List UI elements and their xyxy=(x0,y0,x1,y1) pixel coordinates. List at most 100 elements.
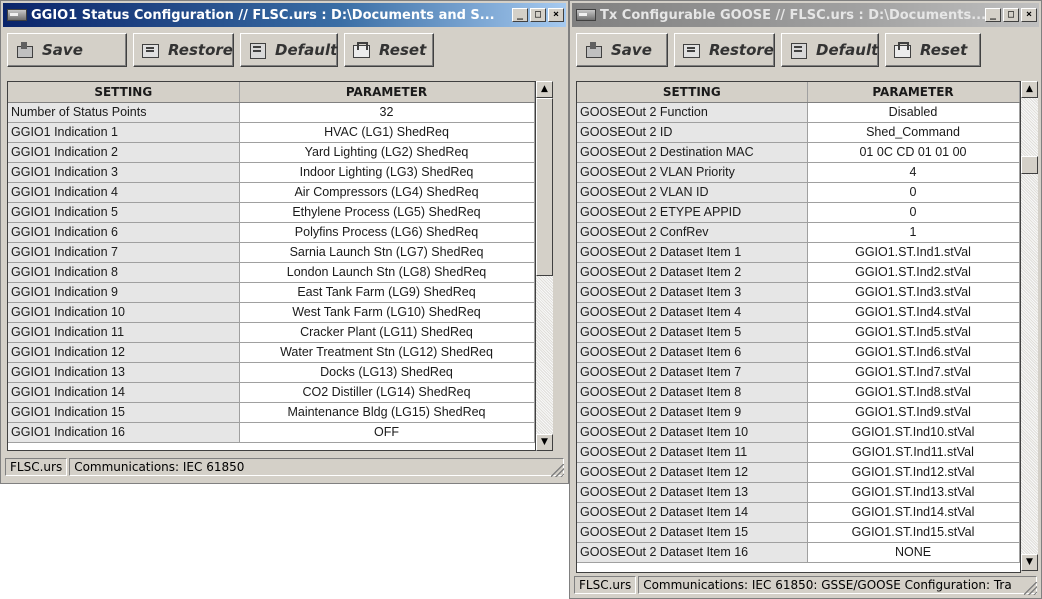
default-button[interactable]: Default xyxy=(781,33,879,67)
close-icon[interactable]: × xyxy=(1021,8,1037,22)
parameter-cell[interactable]: GGIO1.ST.Ind15.stVal xyxy=(807,522,1020,543)
app-icon[interactable] xyxy=(7,9,27,21)
table-row[interactable]: GGIO1 Indication 9 East Tank Farm (LG9) S… xyxy=(8,282,535,303)
table-row[interactable]: GOOSEOut 2 Dataset Item 11 GGIO1.ST.Ind11… xyxy=(577,442,1020,463)
table-row[interactable]: GOOSEOut 2 Dataset Item 4 GGIO1.ST.Ind4.s… xyxy=(577,302,1020,323)
save-button[interactable]: Save xyxy=(7,33,127,67)
vertical-scrollbar[interactable]: ▲ ▼ xyxy=(1021,81,1038,571)
parameter-cell[interactable]: OFF xyxy=(239,422,535,443)
table-row[interactable]: GGIO1 Indication 12 Water Treatment Stn (… xyxy=(8,342,535,363)
parameter-cell[interactable]: Sarnia Launch Stn (LG7) ShedReq xyxy=(239,242,535,263)
parameter-cell[interactable]: Polyfins Process (LG6) ShedReq xyxy=(239,222,535,243)
table-row[interactable]: GGIO1 Indication 14 CO2 Distiller (LG14) … xyxy=(8,382,535,403)
table-row[interactable]: GOOSEOut 2 VLAN Priority 4 xyxy=(577,162,1020,183)
scroll-thumb[interactable] xyxy=(1021,156,1038,174)
setting-column-header[interactable]: SETTING xyxy=(8,82,240,103)
table-row[interactable]: GOOSEOut 2 Dataset Item 15 GGIO1.ST.Ind15… xyxy=(577,522,1020,543)
table-row[interactable]: GOOSEOut 2 Dataset Item 8 GGIO1.ST.Ind8.s… xyxy=(577,382,1020,403)
parameter-cell[interactable]: Docks (LG13) ShedReq xyxy=(239,362,535,383)
parameter-cell[interactable]: GGIO1.ST.Ind5.stVal xyxy=(807,322,1020,343)
parameter-cell[interactable]: 01 0C CD 01 01 00 xyxy=(807,142,1020,163)
parameter-cell[interactable]: Indoor Lighting (LG3) ShedReq xyxy=(239,162,535,183)
parameter-cell[interactable]: GGIO1.ST.Ind7.stVal xyxy=(807,362,1020,383)
table-row[interactable]: GOOSEOut 2 ID Shed_Command xyxy=(577,122,1020,143)
parameter-cell[interactable]: Maintenance Bldg (LG15) ShedReq xyxy=(239,402,535,423)
parameter-cell[interactable]: Disabled xyxy=(807,102,1020,123)
table-row[interactable]: GOOSEOut 2 ConfRev 1 xyxy=(577,222,1020,243)
maximize-icon[interactable]: □ xyxy=(530,8,546,22)
parameter-cell[interactable]: GGIO1.ST.Ind3.stVal xyxy=(807,282,1020,303)
table-row[interactable]: GOOSEOut 2 Function Disabled xyxy=(577,102,1020,123)
app-icon[interactable] xyxy=(576,9,596,21)
minimize-icon[interactable]: _ xyxy=(985,8,1001,22)
table-row[interactable]: GGIO1 Indication 6 Polyfins Process (LG6)… xyxy=(8,222,535,243)
table-row[interactable]: Number of Status Points 32 xyxy=(8,102,535,123)
parameter-cell[interactable]: 0 xyxy=(807,202,1020,223)
reset-button[interactable]: Reset xyxy=(344,33,434,67)
parameter-cell[interactable]: GGIO1.ST.Ind11.stVal xyxy=(807,442,1020,463)
parameter-cell[interactable]: 32 xyxy=(239,102,535,123)
table-row[interactable]: GOOSEOut 2 Dataset Item 12 GGIO1.ST.Ind12… xyxy=(577,462,1020,483)
table-row[interactable]: GGIO1 Indication 8 London Launch Stn (LG8… xyxy=(8,262,535,283)
setting-column-header[interactable]: SETTING xyxy=(577,82,808,103)
table-row[interactable]: GGIO1 Indication 7 Sarnia Launch Stn (LG7… xyxy=(8,242,535,263)
reset-button[interactable]: Reset xyxy=(885,33,981,67)
parameter-cell[interactable]: GGIO1.ST.Ind10.stVal xyxy=(807,422,1020,443)
parameter-cell[interactable]: Air Compressors (LG4) ShedReq xyxy=(239,182,535,203)
table-row[interactable]: GGIO1 Indication 5 Ethylene Process (LG5)… xyxy=(8,202,535,223)
table-row[interactable]: GGIO1 Indication 10 West Tank Farm (LG10)… xyxy=(8,302,535,323)
parameter-cell[interactable]: NONE xyxy=(807,542,1020,563)
parameter-cell[interactable]: GGIO1.ST.Ind13.stVal xyxy=(807,482,1020,503)
table-row[interactable]: GOOSEOut 2 Dataset Item 13 GGIO1.ST.Ind13… xyxy=(577,482,1020,503)
table-row[interactable]: GGIO1 Indication 1 HVAC (LG1) ShedReq xyxy=(8,122,535,143)
parameter-cell[interactable]: Shed_Command xyxy=(807,122,1020,143)
parameter-cell[interactable]: GGIO1.ST.Ind1.stVal xyxy=(807,242,1020,263)
table-row[interactable]: GOOSEOut 2 Dataset Item 10 GGIO1.ST.Ind10… xyxy=(577,422,1020,443)
parameter-column-header[interactable]: PARAMETER xyxy=(239,82,535,103)
close-icon[interactable]: × xyxy=(548,8,564,22)
scroll-down-icon[interactable]: ▼ xyxy=(536,434,553,451)
restore-button[interactable]: Restore xyxy=(133,33,234,67)
table-row[interactable]: GGIO1 Indication 11 Cracker Plant (LG11) … xyxy=(8,322,535,343)
table-row[interactable]: GGIO1 Indication 3 Indoor Lighting (LG3) … xyxy=(8,162,535,183)
scroll-thumb[interactable] xyxy=(536,98,553,276)
table-row[interactable]: GOOSEOut 2 Dataset Item 7 GGIO1.ST.Ind7.s… xyxy=(577,362,1020,383)
table-row[interactable]: GOOSEOut 2 Dataset Item 5 GGIO1.ST.Ind5.s… xyxy=(577,322,1020,343)
parameter-cell[interactable]: West Tank Farm (LG10) ShedReq xyxy=(239,302,535,323)
parameter-cell[interactable]: GGIO1.ST.Ind6.stVal xyxy=(807,342,1020,363)
table-row[interactable]: GOOSEOut 2 VLAN ID 0 xyxy=(577,182,1020,203)
minimize-icon[interactable]: _ xyxy=(512,8,528,22)
parameter-cell[interactable]: GGIO1.ST.Ind2.stVal xyxy=(807,262,1020,283)
parameter-cell[interactable]: Water Treatment Stn (LG12) ShedReq xyxy=(239,342,535,363)
parameter-cell[interactable]: HVAC (LG1) ShedReq xyxy=(239,122,535,143)
parameter-cell[interactable]: 0 xyxy=(807,182,1020,203)
parameter-cell[interactable]: East Tank Farm (LG9) ShedReq xyxy=(239,282,535,303)
parameter-cell[interactable]: 4 xyxy=(807,162,1020,183)
parameter-cell[interactable]: Ethylene Process (LG5) ShedReq xyxy=(239,202,535,223)
table-row[interactable]: GGIO1 Indication 4 Air Compressors (LG4) … xyxy=(8,182,535,203)
table-row[interactable]: GGIO1 Indication 15 Maintenance Bldg (LG1… xyxy=(8,402,535,423)
scroll-down-icon[interactable]: ▼ xyxy=(1021,554,1038,571)
table-row[interactable]: GOOSEOut 2 Dataset Item 1 GGIO1.ST.Ind1.s… xyxy=(577,242,1020,263)
table-row[interactable]: GGIO1 Indication 13 Docks (LG13) ShedReq xyxy=(8,362,535,383)
parameter-cell[interactable]: 1 xyxy=(807,222,1020,243)
vertical-scrollbar[interactable]: ▲ ▼ xyxy=(536,81,553,451)
parameter-cell[interactable]: Yard Lighting (LG2) ShedReq xyxy=(239,142,535,163)
default-button[interactable]: Default xyxy=(240,33,338,67)
status-config-titlebar[interactable]: GGIO1 Status Configuration // FLSC.urs :… xyxy=(3,3,566,27)
scroll-up-icon[interactable]: ▲ xyxy=(1021,81,1038,98)
resize-grip-icon[interactable] xyxy=(1024,582,1037,595)
parameter-cell[interactable]: GGIO1.ST.Ind14.stVal xyxy=(807,502,1020,523)
parameter-cell[interactable]: GGIO1.ST.Ind12.stVal xyxy=(807,462,1020,483)
table-row[interactable]: GOOSEOut 2 Dataset Item 6 GGIO1.ST.Ind6.s… xyxy=(577,342,1020,363)
table-row[interactable]: GOOSEOut 2 Dataset Item 16 NONE xyxy=(577,542,1020,563)
parameter-cell[interactable]: CO2 Distiller (LG14) ShedReq xyxy=(239,382,535,403)
table-row[interactable]: GOOSEOut 2 Dataset Item 14 GGIO1.ST.Ind14… xyxy=(577,502,1020,523)
table-row[interactable]: GOOSEOut 2 Destination MAC 01 0C CD 01 01… xyxy=(577,142,1020,163)
parameter-cell[interactable]: GGIO1.ST.Ind4.stVal xyxy=(807,302,1020,323)
table-row[interactable]: GOOSEOut 2 Dataset Item 2 GGIO1.ST.Ind2.s… xyxy=(577,262,1020,283)
maximize-icon[interactable]: □ xyxy=(1003,8,1019,22)
save-button[interactable]: Save xyxy=(576,33,668,67)
parameter-column-header[interactable]: PARAMETER xyxy=(807,82,1020,103)
goose-config-titlebar[interactable]: Tx Configurable GOOSE // FLSC.urs : D:\D… xyxy=(572,3,1039,27)
